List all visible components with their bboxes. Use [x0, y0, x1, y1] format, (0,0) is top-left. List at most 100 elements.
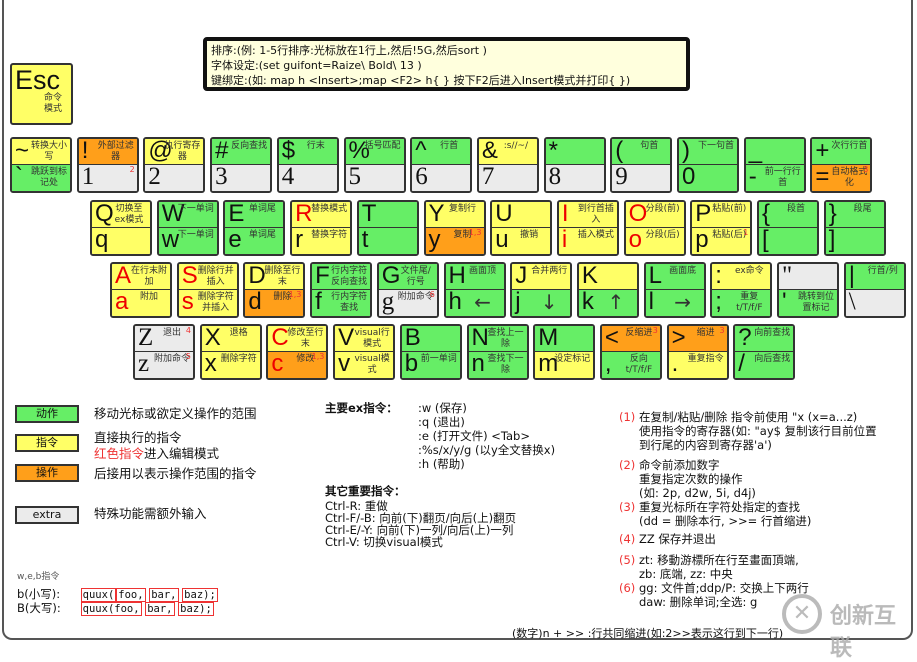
key-base-half[interactable]: k ↑	[578, 288, 637, 316]
key-base-half[interactable]: 5	[345, 163, 404, 191]
key-base-half[interactable]: w 下一单词	[158, 226, 217, 254]
key-symbol[interactable]: ! 外部过滤器 1 2	[76, 137, 139, 193]
key-base-half[interactable]: e 单词尾	[225, 226, 284, 254]
key-base-half[interactable]: 4	[278, 163, 337, 191]
key-F[interactable]: F 行内字符反向查找 f 行内字符查找	[310, 262, 373, 318]
key-symbol[interactable]: &:s//~/7	[476, 137, 539, 193]
key-base-half[interactable]: p 粘贴(后) 1	[692, 226, 751, 254]
key-base-half[interactable]: x 删除字符	[201, 350, 260, 378]
key-base-half[interactable]: 3	[212, 163, 271, 191]
key-base-half[interactable]: q	[92, 226, 150, 254]
key-base-half[interactable]: i 插入模式	[558, 226, 617, 254]
key-W[interactable]: W 下一单词 w 下一单词	[156, 200, 219, 256]
key-symbol[interactable]: * 8	[543, 137, 606, 193]
key-S[interactable]: S 删除行并插入 s 删除字符并插入	[176, 262, 239, 318]
key-base-half[interactable]: a 附加	[112, 288, 170, 316]
key-V[interactable]: Vvisual行模式 v visual模式	[333, 324, 396, 380]
key-base-half[interactable]: y 复制 1,3	[425, 226, 484, 254]
key-I[interactable]: I 到行首插入 i 插入模式	[556, 200, 619, 256]
key-symbol[interactable]: @ 执行寄存器 2	[143, 137, 206, 193]
key-E[interactable]: E 单词尾 e 单词尾	[223, 200, 286, 256]
key-base-half[interactable]: s 删除字符并插入	[178, 288, 237, 316]
key-symbol[interactable]: | 行首/列 \	[843, 262, 906, 318]
key-base-half[interactable]: t	[358, 226, 417, 254]
key-base-half[interactable]: f 行内字符查找	[312, 288, 371, 316]
key-base-half[interactable]: ` 跳跃到标记处	[12, 163, 70, 191]
key-shift-half[interactable]: L 画面底	[645, 264, 704, 290]
key-base-half[interactable]: - 前一行行首	[745, 163, 804, 191]
key-J[interactable]: J 合并两行 j ↓	[510, 262, 573, 318]
key-symbol[interactable]: (句首 9	[610, 137, 673, 193]
key-symbol[interactable]: " ' 跳转到位置标记	[777, 262, 839, 318]
key-K[interactable]: Kk ↑	[576, 262, 639, 318]
key-base-half[interactable]: 2	[145, 163, 204, 191]
key-T[interactable]: Tt	[356, 200, 419, 256]
key-base-half[interactable]: 8	[545, 163, 604, 191]
key-O[interactable]: O 分段(前) o 分段(后)	[623, 200, 686, 256]
key-base-half[interactable]: c 修改 1,3	[268, 350, 327, 378]
key-base-half[interactable]: d 删除 1,3	[245, 288, 304, 316]
key-base-half[interactable]: . 重复指令	[668, 350, 727, 378]
key-symbol[interactable]: $ 行末 4	[276, 137, 339, 193]
key-symbol[interactable]: } 段尾]	[823, 200, 886, 256]
key-base-half[interactable]: \	[845, 288, 904, 316]
key-shift-half[interactable]: "	[779, 264, 837, 290]
key-base-half[interactable]: l →	[645, 288, 704, 316]
key-base-half[interactable]: j ↓	[512, 288, 571, 316]
key-base-half[interactable]: 9	[612, 163, 671, 191]
key-X[interactable]: X 退格 x 删除字符	[199, 324, 262, 380]
key-M[interactable]: Mm 设定标记	[533, 324, 596, 380]
key-base-half[interactable]: r 替换字符	[292, 226, 351, 254]
key-base-half[interactable]: 6	[412, 163, 471, 191]
key-base-half[interactable]: 7	[478, 163, 537, 191]
key-base-half[interactable]: , 反向t/T/f/F	[601, 350, 660, 378]
key-R[interactable]: R 替换模式 r 替换字符	[290, 200, 353, 256]
key-base-half[interactable]: 0	[679, 163, 737, 191]
key-symbol[interactable]: _ - 前一行行首	[743, 137, 806, 193]
key-symbol[interactable]: ~ 转换大小写 ` 跳跃到标记处	[10, 137, 72, 193]
key-Q[interactable]: Q 切换至ex模式 q	[90, 200, 152, 256]
key-base-half[interactable]: v visual模式	[335, 350, 394, 378]
key-P[interactable]: P 粘贴(前) p 粘贴(后) 1	[690, 200, 753, 256]
key-Y[interactable]: Y 复制行 y 复制 1,3	[423, 200, 486, 256]
key-base-half[interactable]: 12	[78, 163, 137, 191]
key-symbol[interactable]: > 缩进 3. 重复指令	[666, 324, 729, 380]
key-base-half[interactable]: b 前一单词	[401, 350, 460, 378]
key-base-half[interactable]: ; 重复t/T/f/F	[712, 288, 771, 316]
key-U[interactable]: Uu 撤销	[490, 200, 553, 256]
key-symbol[interactable]: {段首[	[757, 200, 819, 256]
key-base-half[interactable]: u 撤销	[492, 226, 551, 254]
key-N[interactable]: N 查找上一除 n 查找下一除	[466, 324, 529, 380]
key-symbol[interactable]: : ex命令; 重复t/T/f/F	[710, 262, 773, 318]
key-symbol[interactable]: # 反向查找 3	[210, 137, 273, 193]
key-base-half[interactable]: = 自动格式化 3	[812, 163, 871, 191]
key-symbol[interactable]: ? 向前查找 / 向后查找	[733, 324, 796, 380]
key-base-half[interactable]: / 向后查找	[735, 350, 794, 378]
key-base-half[interactable]: h ←	[445, 288, 504, 316]
key-symbol[interactable]: + 次行行首 = 自动格式化 3	[810, 137, 873, 193]
key-H[interactable]: H 画面顶 h ←	[443, 262, 506, 318]
key-base-half[interactable]: o 分段(后)	[625, 226, 684, 254]
key-esc[interactable]: Esc 命令模式	[10, 63, 73, 125]
key-Z[interactable]: Z 退出 4 z 附加命令 5	[133, 324, 195, 380]
key-D[interactable]: D 删除至行末 d 删除 1,3	[243, 262, 306, 318]
key-base-half[interactable]: ' 跳转到位置标记	[779, 288, 837, 316]
key-L[interactable]: L 画面底 l →	[643, 262, 706, 318]
key-base-half[interactable]: n 查找下一除	[468, 350, 527, 378]
key-G[interactable]: G 文件尾/行号 g 附加命令 6	[376, 262, 439, 318]
key-label: 重复指令	[687, 354, 724, 364]
key-base-half[interactable]: m 设定标记	[535, 350, 594, 378]
key-A[interactable]: A 在行末附加 a 附加	[110, 262, 172, 318]
key-symbol[interactable]: < 反缩进 3, 反向t/T/f/F	[599, 324, 662, 380]
key-B[interactable]: Bb 前一单词	[399, 324, 462, 380]
key-symbol[interactable]: % 括号匹配 5	[343, 137, 406, 193]
key-shift-half[interactable]: J 合并两行	[512, 264, 571, 290]
key-base-half[interactable]: z 附加命令 5	[135, 350, 193, 378]
key-shift-half[interactable]: I 到行首插入	[558, 202, 617, 228]
key-base-half[interactable]: ]	[825, 226, 884, 254]
key-base-half[interactable]: [	[759, 226, 817, 254]
key-symbol[interactable]: ^ 行首 6	[410, 137, 473, 193]
key-base-half[interactable]: g 附加命令 6	[378, 288, 437, 316]
key-symbol[interactable]: ) 下一句首 0	[677, 137, 739, 193]
key-C[interactable]: C 修改至行末 c 修改 1,3	[266, 324, 329, 380]
